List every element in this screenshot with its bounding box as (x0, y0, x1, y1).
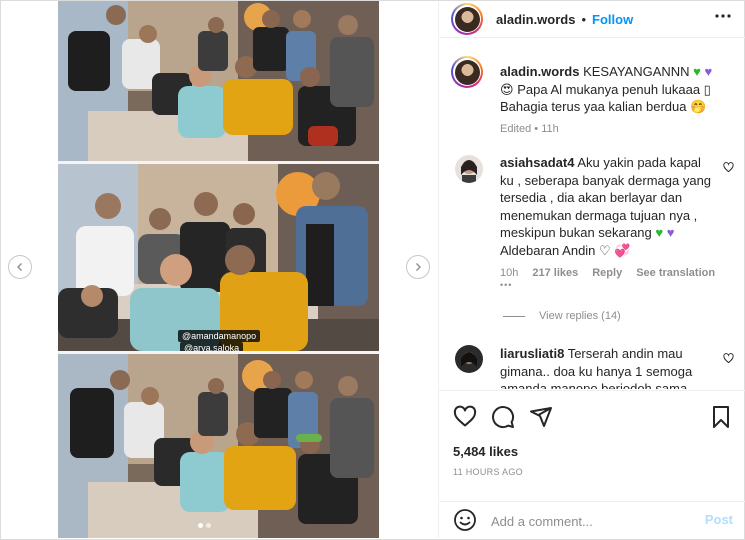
caption-line3: Bahagia terus yaa kalian berdua 🤭 (500, 99, 707, 114)
heart-icon[interactable] (723, 353, 734, 364)
caption-avatar[interactable] (451, 56, 483, 88)
see-translation-button[interactable]: See translation (636, 267, 715, 279)
media-viewer[interactable]: @amandamanopo @arya.saloka (1, 1, 437, 538)
comments-list[interactable]: aladin.words KESAYANGANNN ♥ ♥ 😍 Papa Al … (439, 38, 745, 389)
comment-icon[interactable] (491, 405, 515, 429)
view-replies-button[interactable]: View replies (14) (503, 310, 621, 322)
chevron-right-icon (416, 263, 421, 271)
comment-options-button[interactable]: ••• (500, 280, 722, 290)
caption-username[interactable]: aladin.words (500, 64, 579, 79)
meta-separator: • (534, 122, 539, 135)
header-separator: • (581, 12, 587, 27)
purple-heart-emoji: ♥ (666, 225, 675, 240)
comment-text: meskipun bukan sekarang (500, 225, 652, 240)
group-photo-1 (58, 1, 379, 161)
commenter-avatar[interactable] (455, 345, 483, 373)
previous-slide-button[interactable] (8, 255, 32, 279)
carousel-dot (206, 523, 211, 528)
comment-text: Terserah andin mau (567, 346, 683, 361)
edited-label: Edited (500, 122, 532, 135)
emoji-icon[interactable] (453, 508, 477, 532)
photo-tag-arya[interactable]: @arya.saloka (180, 342, 244, 351)
bookmark-icon[interactable] (711, 405, 731, 429)
author-avatar[interactable] (451, 3, 483, 35)
reply-button[interactable]: Reply (592, 267, 622, 279)
comment-text: Aldebaran Andin ♡ (500, 242, 611, 258)
chevron-left-icon (17, 263, 22, 271)
purple-heart-emoji: ♥ (704, 64, 713, 79)
heart-eyes-emoji: 😍 (500, 81, 514, 97)
post-timestamp: 11 HOURS AGO (453, 467, 523, 477)
caption: aladin.words KESAYANGANNN ♥ ♥ 😍 Papa Al … (500, 63, 736, 135)
next-slide-button[interactable] (406, 255, 430, 279)
comment-composer: Post (439, 501, 745, 539)
heart-icon[interactable] (723, 162, 734, 173)
caption-line1: KESAYANGANNN (583, 64, 690, 79)
comment-username[interactable]: liarusliati8 (500, 346, 564, 361)
comment-text: tersedia , dia akan berlayar dan (500, 190, 683, 205)
green-heart-emoji: ♥ (693, 64, 701, 79)
more-horizontal-icon[interactable] (715, 14, 731, 18)
photo-collage: @amandamanopo @arya.saloka (58, 1, 379, 538)
follow-button[interactable]: Follow (592, 12, 633, 27)
comment-item: liarusliati8 Terserah andin mau gimana..… (500, 345, 722, 389)
comment-text: amanda manopo berjodoh sama (500, 381, 688, 389)
carousel-indicator (198, 523, 211, 528)
comment-username[interactable]: asiahsadat4 (500, 155, 574, 170)
photo-tag-amanda[interactable]: @amandamanopo (178, 330, 261, 342)
comment-likes[interactable]: 217 likes (532, 267, 578, 279)
share-icon[interactable] (529, 405, 553, 429)
comment-text: ku , seberapa banyak dermaga yang (500, 172, 712, 188)
likes-count[interactable]: 5,484 likes (453, 444, 518, 459)
comment-text: gimana.. doa ku hanya 1 semoga (500, 363, 693, 379)
hearts-emoji: 💞 (614, 242, 631, 258)
comment-text: Aku yakin pada kapal (577, 155, 701, 170)
group-photo-3 (58, 354, 379, 538)
post-details-panel: aladin.words • Follow aladin.words KESAY… (438, 1, 745, 538)
view-replies-label: View replies (14) (539, 310, 621, 322)
comment-input[interactable] (489, 510, 693, 532)
caption-line2: Papa Al mukanya penuh lukaaa ▯ (517, 81, 711, 97)
like-heart-icon[interactable] (453, 405, 477, 429)
post-actions: 5,484 likes 11 HOURS AGO (439, 390, 745, 503)
commenter-avatar[interactable] (455, 155, 483, 183)
author-username[interactable]: aladin.words (496, 12, 575, 27)
green-heart-emoji: ♥ (655, 225, 664, 240)
caption-time: 11h (541, 122, 559, 135)
comment-text: menemukan dermaga tujuan nya , (500, 207, 698, 223)
post-header: aladin.words • Follow (439, 1, 745, 38)
carousel-dot-active (198, 523, 203, 528)
post-comment-button[interactable]: Post (705, 512, 733, 527)
group-photo-2: @amandamanopo @arya.saloka (58, 164, 379, 351)
comment-item: asiahsadat4 Aku yakin pada kapal ku , se… (500, 154, 722, 290)
comment-time: 10h (500, 267, 519, 279)
